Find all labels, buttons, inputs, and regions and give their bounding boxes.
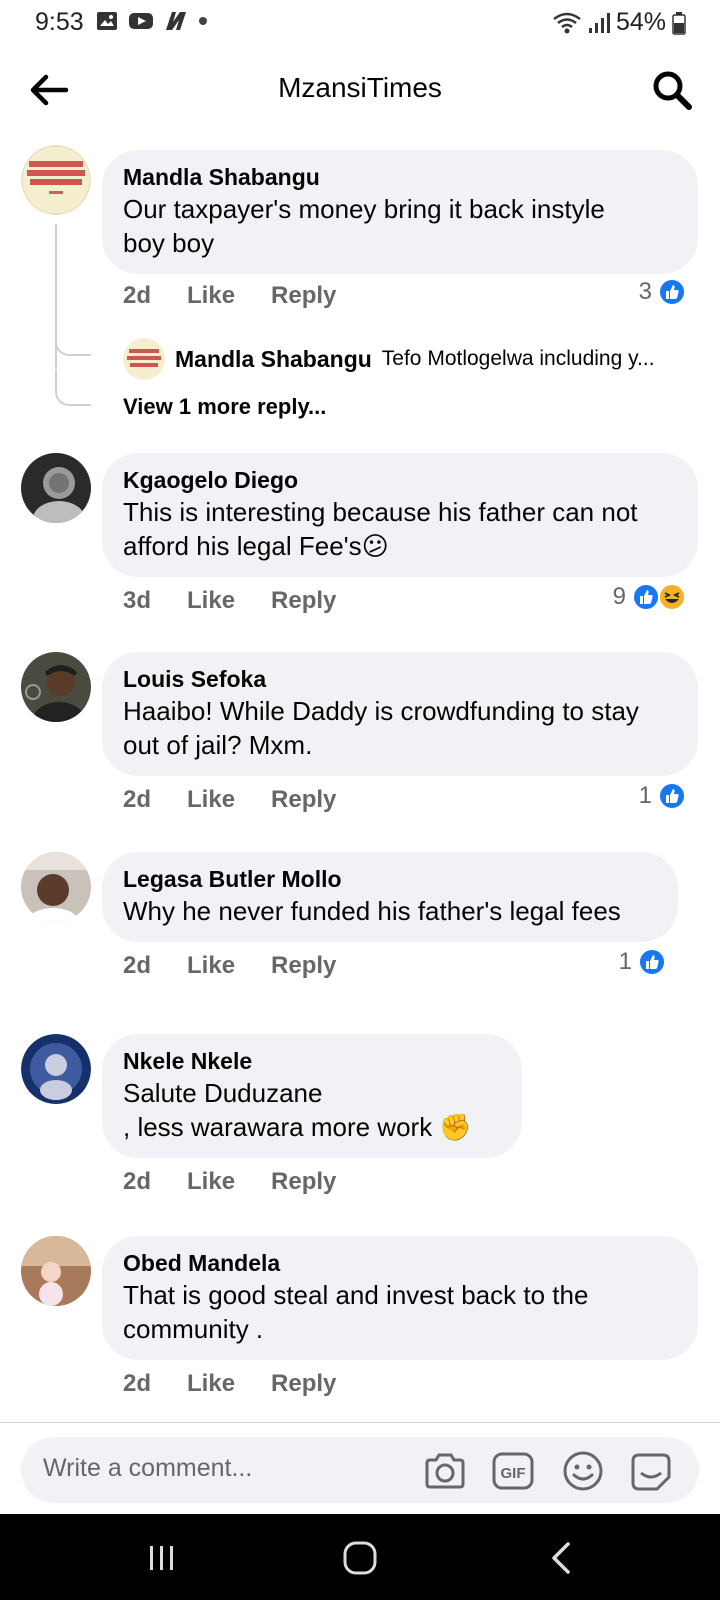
like-reaction-icon xyxy=(658,782,686,810)
comment-author[interactable]: Nkele Nkele xyxy=(123,1046,502,1076)
reaction-count: 9 xyxy=(612,583,626,610)
avatar[interactable] xyxy=(21,852,91,922)
comment-author[interactable]: Kgaogelo Diego xyxy=(123,465,678,495)
reaction-count: 1 xyxy=(638,782,652,809)
comment-age: 3d xyxy=(123,587,152,614)
search-icon[interactable] xyxy=(650,68,694,112)
comment-actions: 2d Like Reply xyxy=(123,786,372,814)
comment-author[interactable]: Legasa Butler Mollo xyxy=(123,864,658,894)
reply-author[interactable]: Mandla Shabangu xyxy=(175,346,372,373)
svg-text:GIF: GIF xyxy=(501,1465,526,1482)
comment-bubble: Mandla Shabangu Our taxpayer's money bri… xyxy=(102,150,698,274)
emoji-icon[interactable] xyxy=(561,1449,605,1493)
reply-avatar xyxy=(123,338,165,380)
comment-bubble: Louis Sefoka Haaibo! While Daddy is crow… xyxy=(102,652,698,776)
comment-placeholder: Write a comment... xyxy=(43,1454,253,1482)
reaction-summary[interactable]: 1 xyxy=(619,948,666,976)
reply-button[interactable]: Reply xyxy=(271,587,336,615)
comment-bubble: Obed Mandela That is good steal and inve… xyxy=(102,1236,698,1360)
thread-connector xyxy=(55,320,91,356)
battery-icon xyxy=(672,11,686,35)
like-button[interactable]: Like xyxy=(187,1168,235,1196)
comment-text: This is interesting because his father c… xyxy=(123,497,638,561)
home-icon[interactable] xyxy=(338,1536,382,1580)
comment-age: 2d xyxy=(123,1168,152,1195)
avatar[interactable] xyxy=(21,145,91,215)
like-button[interactable]: Like xyxy=(187,282,235,310)
comment-actions: 3d Like Reply xyxy=(123,587,372,615)
comment-author[interactable]: Mandla Shabangu xyxy=(123,162,678,192)
comment-text: Salute Duduzane , less warawara more wor… xyxy=(123,1078,472,1142)
page-title: MzansiTimes xyxy=(278,72,442,103)
reply-button[interactable]: Reply xyxy=(271,786,336,814)
notification-icons xyxy=(96,10,208,32)
reply-text: Tefo Motlogelwa including y... xyxy=(381,347,655,370)
comment-text: That is good steal and invest back to th… xyxy=(123,1280,589,1344)
comment-author[interactable]: Obed Mandela xyxy=(123,1248,678,1278)
comment-age: 2d xyxy=(123,952,152,979)
more-notifications-dot-icon xyxy=(199,17,207,25)
comment-actions: 2d Like Reply xyxy=(123,1370,372,1398)
wifi-icon xyxy=(553,12,581,33)
haha-reaction-icon xyxy=(658,583,686,611)
system-nav-bar xyxy=(0,1514,720,1600)
like-reaction-icon xyxy=(638,948,666,976)
reaction-count: 1 xyxy=(618,948,632,975)
comment-text: Haaibo! While Daddy is crowdfunding to s… xyxy=(123,696,639,760)
like-reaction-icon xyxy=(658,278,686,306)
reaction-count: 3 xyxy=(638,278,652,305)
like-button[interactable]: Like xyxy=(187,1370,235,1398)
youtube-notification-icon xyxy=(129,13,153,29)
back-nav-icon[interactable] xyxy=(540,1536,584,1580)
app-notification-icon xyxy=(166,12,186,30)
reply-button[interactable]: Reply xyxy=(271,952,336,980)
sticker-icon[interactable] xyxy=(629,1449,673,1493)
comment-age: 2d xyxy=(123,786,152,813)
like-button[interactable]: Like xyxy=(187,786,235,814)
gif-icon[interactable]: GIF xyxy=(491,1449,535,1493)
reaction-summary[interactable]: 3 xyxy=(639,278,686,306)
status-time: 9:53 xyxy=(35,8,84,36)
comment-bubble: Legasa Butler Mollo Why he never funded … xyxy=(102,852,678,942)
recent-apps-icon[interactable] xyxy=(140,1536,184,1580)
comment-actions: 2d Like Reply xyxy=(123,1168,372,1196)
comment-text: Our taxpayer's money bring it back insty… xyxy=(123,194,605,258)
gallery-notification-icon xyxy=(97,12,117,30)
avatar[interactable] xyxy=(21,1034,91,1104)
status-bar: 9:53 54% xyxy=(0,0,720,46)
reply-preview[interactable]: Mandla Shabangu Tefo Motlogelwa includin… xyxy=(123,338,693,380)
thread-connector xyxy=(55,370,91,406)
like-button[interactable]: Like xyxy=(187,952,235,980)
reaction-summary[interactable]: 1 xyxy=(639,782,686,810)
avatar[interactable] xyxy=(21,1236,91,1306)
comment-age: 2d xyxy=(123,282,152,309)
status-right: 54% xyxy=(552,8,686,37)
comment-author[interactable]: Louis Sefoka xyxy=(123,664,678,694)
reaction-summary[interactable]: 9 xyxy=(613,583,686,611)
signal-icon xyxy=(588,12,610,33)
like-reaction-icon xyxy=(632,583,660,611)
avatar[interactable] xyxy=(21,453,91,523)
comment-input[interactable]: Write a comment... GIF xyxy=(21,1437,699,1503)
view-more-replies-link[interactable]: View 1 more reply... xyxy=(123,394,326,420)
avatar[interactable] xyxy=(21,652,91,722)
reply-button[interactable]: Reply xyxy=(271,282,336,310)
comment-actions: 2d Like Reply xyxy=(123,952,372,980)
battery-percent: 54% xyxy=(615,8,666,36)
comment-actions: 2d Like Reply xyxy=(123,282,372,310)
comment-composer: Write a comment... GIF xyxy=(0,1422,720,1514)
comment-bubble: Kgaogelo Diego This is interesting becau… xyxy=(102,453,698,577)
camera-icon[interactable] xyxy=(423,1449,467,1493)
reply-button[interactable]: Reply xyxy=(271,1370,336,1398)
reply-button[interactable]: Reply xyxy=(271,1168,336,1196)
app-header: MzansiTimes xyxy=(0,50,720,130)
quote-avatar-image xyxy=(21,145,91,215)
comment-text: Why he never funded his father's legal f… xyxy=(123,896,621,926)
comment-age: 2d xyxy=(123,1370,152,1397)
comment-bubble: Nkele Nkele Salute Duduzane , less waraw… xyxy=(102,1034,522,1158)
like-button[interactable]: Like xyxy=(187,587,235,615)
